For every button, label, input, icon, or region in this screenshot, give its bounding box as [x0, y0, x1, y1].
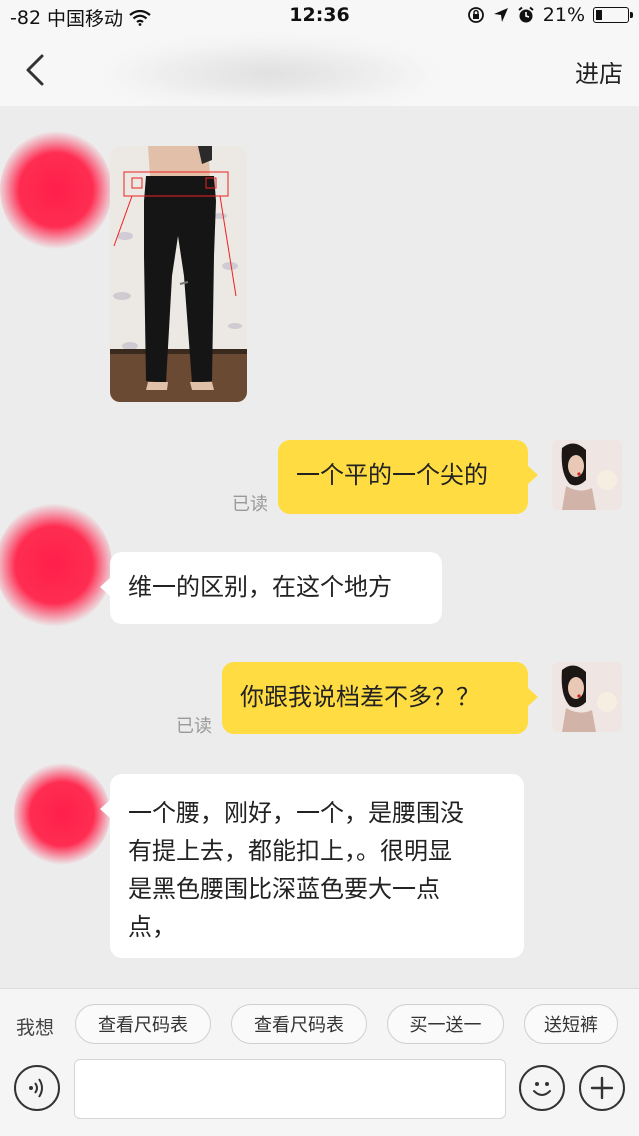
nav-bar: 进店: [0, 32, 639, 106]
incoming-message[interactable]: 一个腰，刚好，一个，是腰围没 有提上去，都能扣上，。很明显 是黑色腰围比深蓝色要…: [110, 774, 524, 958]
read-receipt: 已读: [176, 716, 212, 737]
bubble-tail: [100, 800, 110, 818]
chat-area[interactable]: 已读 一个平的一个尖的 维一的区别，在这个地方 已读 你跟我说档差不多？？ 一个…: [0, 106, 639, 988]
voice-button[interactable]: [14, 1065, 60, 1111]
bubble-tail: [100, 578, 110, 596]
quick-reply-prefix: 我想: [16, 1017, 55, 1039]
message-line: 点，: [128, 913, 176, 941]
seller-avatar-redacted: [14, 762, 110, 866]
message-line: 有提上去，都能扣上，。很明显: [128, 837, 452, 865]
product-photo-message[interactable]: [110, 146, 247, 402]
bubble-tail: [528, 688, 538, 706]
back-chevron-icon: [26, 54, 44, 86]
battery-fill: [596, 10, 602, 20]
input-panel: 我想 查看尺码表 查看尺码表 买一送一 送短裤: [0, 988, 639, 1136]
message-input[interactable]: [74, 1059, 506, 1119]
seller-avatar-redacted: [0, 502, 112, 628]
seller-avatar-redacted: [0, 130, 112, 250]
message-line: 一个腰，刚好，一个，是腰围没: [128, 799, 464, 827]
quick-reply-chip[interactable]: 买一送一: [387, 1004, 504, 1044]
bubble-tail: [528, 466, 538, 484]
user-avatar-image: [552, 440, 622, 510]
voice-icon: [29, 1078, 43, 1098]
quick-reply-chip[interactable]: 送短裤: [524, 1004, 618, 1044]
outgoing-message[interactable]: 一个平的一个尖的: [278, 440, 528, 514]
battery-percent: 21%: [542, 4, 585, 26]
quick-reply-chip[interactable]: 查看尺码表: [231, 1004, 367, 1044]
battery-icon: [593, 7, 633, 23]
alarm-icon: [518, 6, 534, 23]
emoji-button[interactable]: [519, 1065, 565, 1111]
quick-reply-chip[interactable]: 查看尺码表: [75, 1004, 211, 1044]
message-text: 维一的区别，在这个地方: [128, 573, 392, 601]
plus-icon: [590, 1076, 614, 1100]
back-button[interactable]: [20, 50, 56, 90]
user-avatar[interactable]: [552, 662, 622, 732]
message-text: 你跟我说档差不多？？: [240, 683, 480, 711]
status-bar: -82 中国移动 12:36 21%: [0, 0, 639, 32]
lock-rotation-icon: [467, 7, 484, 23]
plus-button[interactable]: [579, 1065, 625, 1111]
incoming-message[interactable]: 维一的区别，在这个地方: [110, 552, 442, 624]
read-receipt: 已读: [232, 494, 268, 515]
user-avatar[interactable]: [552, 440, 622, 510]
message-text: 一个平的一个尖的: [296, 461, 488, 489]
message-line: 是黑色腰围比深蓝色要大一点: [128, 875, 440, 903]
enter-shop-button[interactable]: 进店: [575, 54, 623, 89]
emoji-icon: [533, 1082, 551, 1096]
location-arrow-icon: [493, 8, 508, 22]
redacted-shop-name: [100, 38, 440, 98]
user-avatar-image: [552, 662, 622, 732]
jeans-photo: [110, 146, 247, 402]
status-right: 21%: [467, 4, 633, 26]
outgoing-message[interactable]: 你跟我说档差不多？？: [222, 662, 528, 734]
